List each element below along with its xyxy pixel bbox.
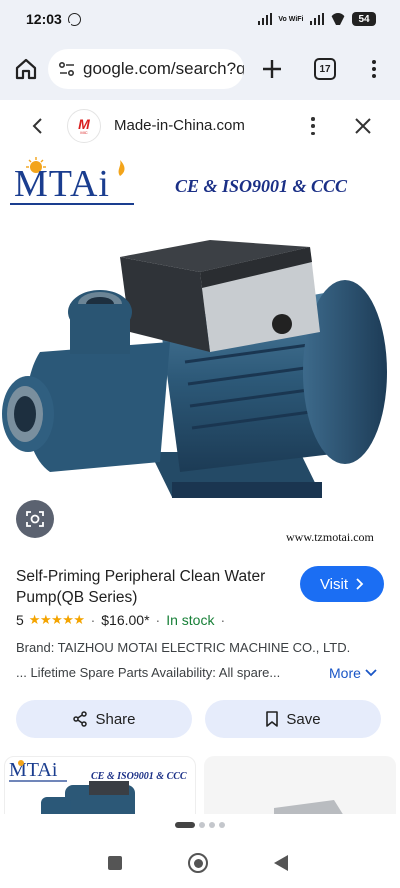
bookmark-icon — [266, 711, 279, 727]
visit-button[interactable]: Visit — [300, 566, 384, 602]
site-name[interactable]: Made-in-China.com — [114, 117, 245, 134]
share-icon — [73, 711, 88, 727]
more-button[interactable]: More — [329, 665, 377, 681]
recents-icon[interactable] — [108, 856, 122, 870]
carousel-indicator — [0, 822, 400, 830]
chevron-down-icon — [365, 669, 377, 677]
browser-toolbar: google.com/search?q 17 — [0, 38, 400, 100]
address-bar[interactable]: google.com/search?q — [48, 49, 244, 89]
share-label: Share — [95, 710, 136, 728]
vowifi-label: Vo WiFi — [278, 15, 304, 23]
result-panel-header: M MIC Made-in-China.com — [0, 100, 400, 152]
save-button[interactable]: Save — [205, 700, 381, 738]
status-icons: Vo WiFi 54 — [257, 12, 376, 26]
tab-switcher-button[interactable]: 17 — [314, 58, 336, 80]
product-title[interactable]: Self-Priming Peripheral Clean Water Pump… — [16, 566, 286, 608]
brand-line: Brand: TAIZHOU MOTAI ELECTRIC MACHINE CO… — [16, 640, 351, 655]
system-nav-bar — [0, 840, 400, 888]
separator-dot: · — [155, 612, 161, 628]
home-nav-icon[interactable] — [188, 853, 208, 873]
site-settings-icon[interactable] — [58, 60, 76, 78]
chevron-right-icon — [356, 578, 364, 590]
star-rating-icon: ★★★★★ — [28, 612, 85, 627]
separator-dot: · — [220, 612, 226, 628]
water-pump-illustration — [2, 240, 387, 498]
separator-dot: · — [90, 612, 96, 628]
related-card[interactable]: MTAi CE & ISO9001 & CCC — [4, 756, 196, 814]
new-tab-icon[interactable] — [260, 57, 284, 81]
product-image[interactable]: MTAi CE & ISO9001 & CCC www.tzmotai.com — [0, 152, 400, 552]
related-card[interactable] — [204, 756, 396, 814]
save-label: Save — [286, 710, 321, 728]
visit-button-label: Visit — [319, 575, 349, 593]
site-favicon: M MIC — [67, 109, 101, 143]
more-options-icon[interactable] — [308, 115, 318, 137]
whatsapp-notification-icon — [66, 12, 81, 27]
related-results: MTAi CE & ISO9001 & CCC — [0, 756, 400, 814]
website-url-text: www.tzmotai.com — [286, 530, 374, 544]
rating-value: 5 — [16, 612, 24, 628]
cell-signal-icon — [257, 13, 273, 25]
url-text: google.com/search?q — [83, 59, 244, 78]
battery-indicator: 54 — [352, 12, 376, 26]
home-icon[interactable] — [14, 57, 38, 81]
status-bar: 12:03 Vo WiFi 54 — [0, 0, 400, 38]
back-icon[interactable] — [274, 855, 288, 871]
browser-menu-icon[interactable] — [368, 57, 380, 81]
share-button[interactable]: Share — [16, 700, 192, 738]
pump-thumbnail — [9, 760, 135, 814]
description-snippet: ... Lifetime Spare Parts Availability: A… — [16, 665, 281, 680]
rating-row: 5 ★★★★★ · $16.00* · In stock · — [16, 612, 231, 628]
stock-status: In stock — [166, 612, 215, 628]
wifi-icon — [330, 13, 346, 25]
cell-signal-icon-2 — [309, 13, 324, 25]
pump-thumbnail — [274, 800, 343, 814]
price: $16.00* — [101, 612, 150, 628]
close-icon[interactable] — [352, 115, 374, 137]
lens-search-button[interactable] — [16, 500, 54, 538]
more-label: More — [329, 665, 361, 681]
status-time: 12:03 — [26, 11, 62, 27]
lens-icon — [26, 511, 44, 527]
chevron-left-icon[interactable] — [28, 116, 48, 136]
